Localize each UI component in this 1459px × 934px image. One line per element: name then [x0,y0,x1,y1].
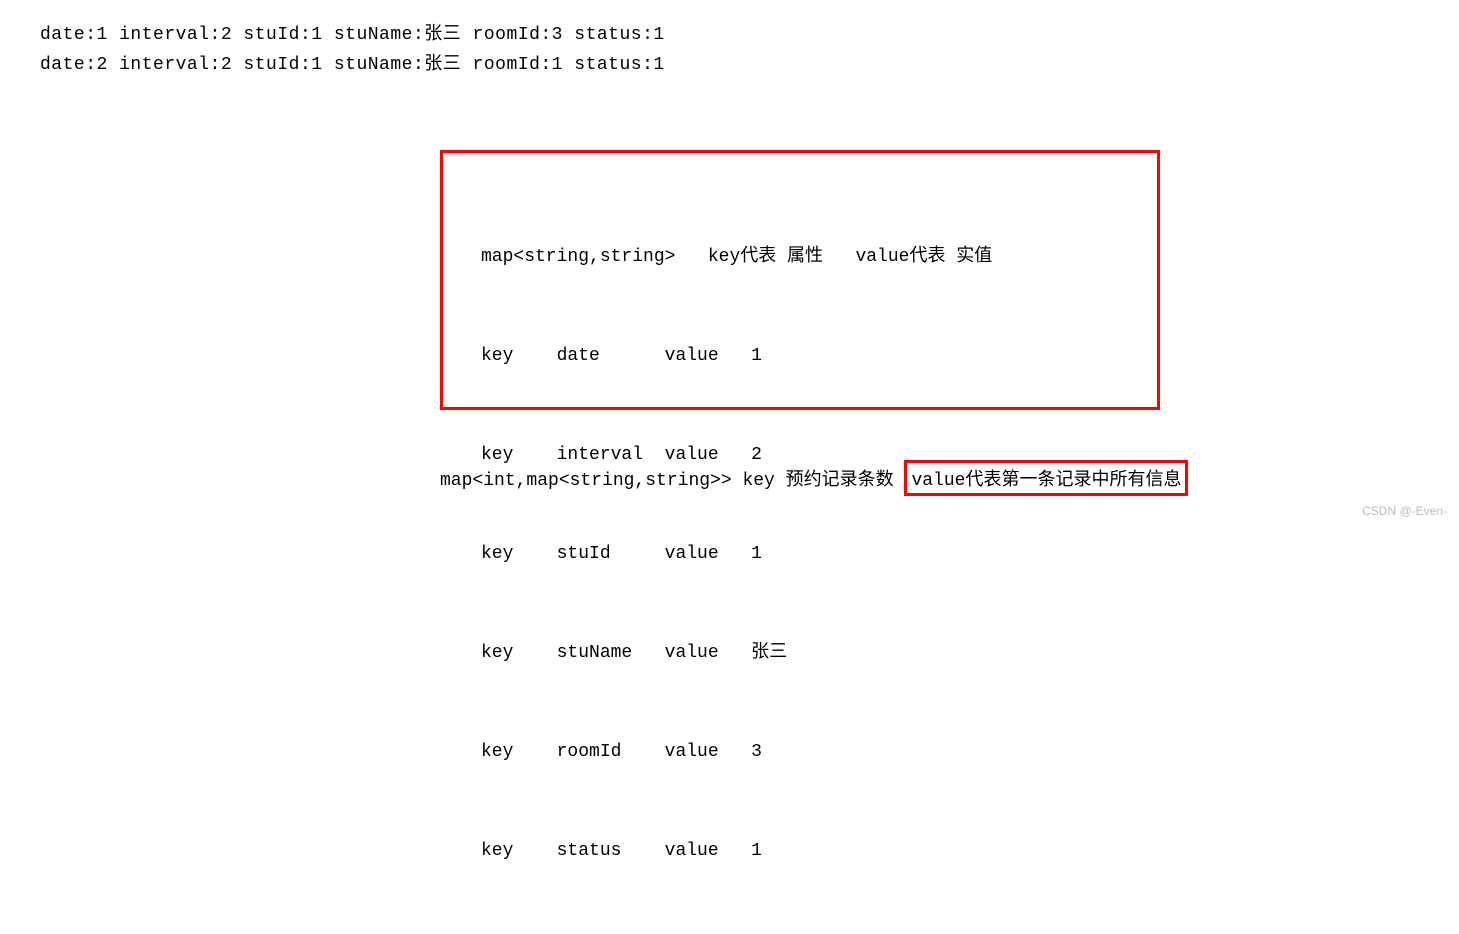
output-line-2: date:2 interval:2 stuId:1 stuName:张三 roo… [40,50,1459,80]
annotation-content: map<string,string> key代表 属性 value代表 实值 k… [443,153,1157,934]
bottom-annotation: map<int,map<string,string>> key 预约记录条数 v… [440,460,1188,496]
table-row: key status value 1 [481,835,1157,868]
annotation-box-main: map<string,string> key代表 属性 value代表 实值 k… [440,150,1160,410]
bottom-prefix: map<int,map<string,string>> key 预约记录条数 [440,471,904,491]
annotation-box-value: value代表第一条记录中所有信息 [904,460,1188,496]
annotation-header: map<string,string> key代表 属性 value代表 实值 [481,241,1157,274]
table-row: key stuId value 1 [481,538,1157,571]
table-row: key stuName value 张三 [481,637,1157,670]
table-row: key date value 1 [481,340,1157,373]
table-row: key roomId value 3 [481,736,1157,769]
output-line-1: date:1 interval:2 stuId:1 stuName:张三 roo… [40,20,1459,50]
watermark: CSDN @-Even- [1362,504,1447,518]
console-output: date:1 interval:2 stuId:1 stuName:张三 roo… [0,0,1459,80]
